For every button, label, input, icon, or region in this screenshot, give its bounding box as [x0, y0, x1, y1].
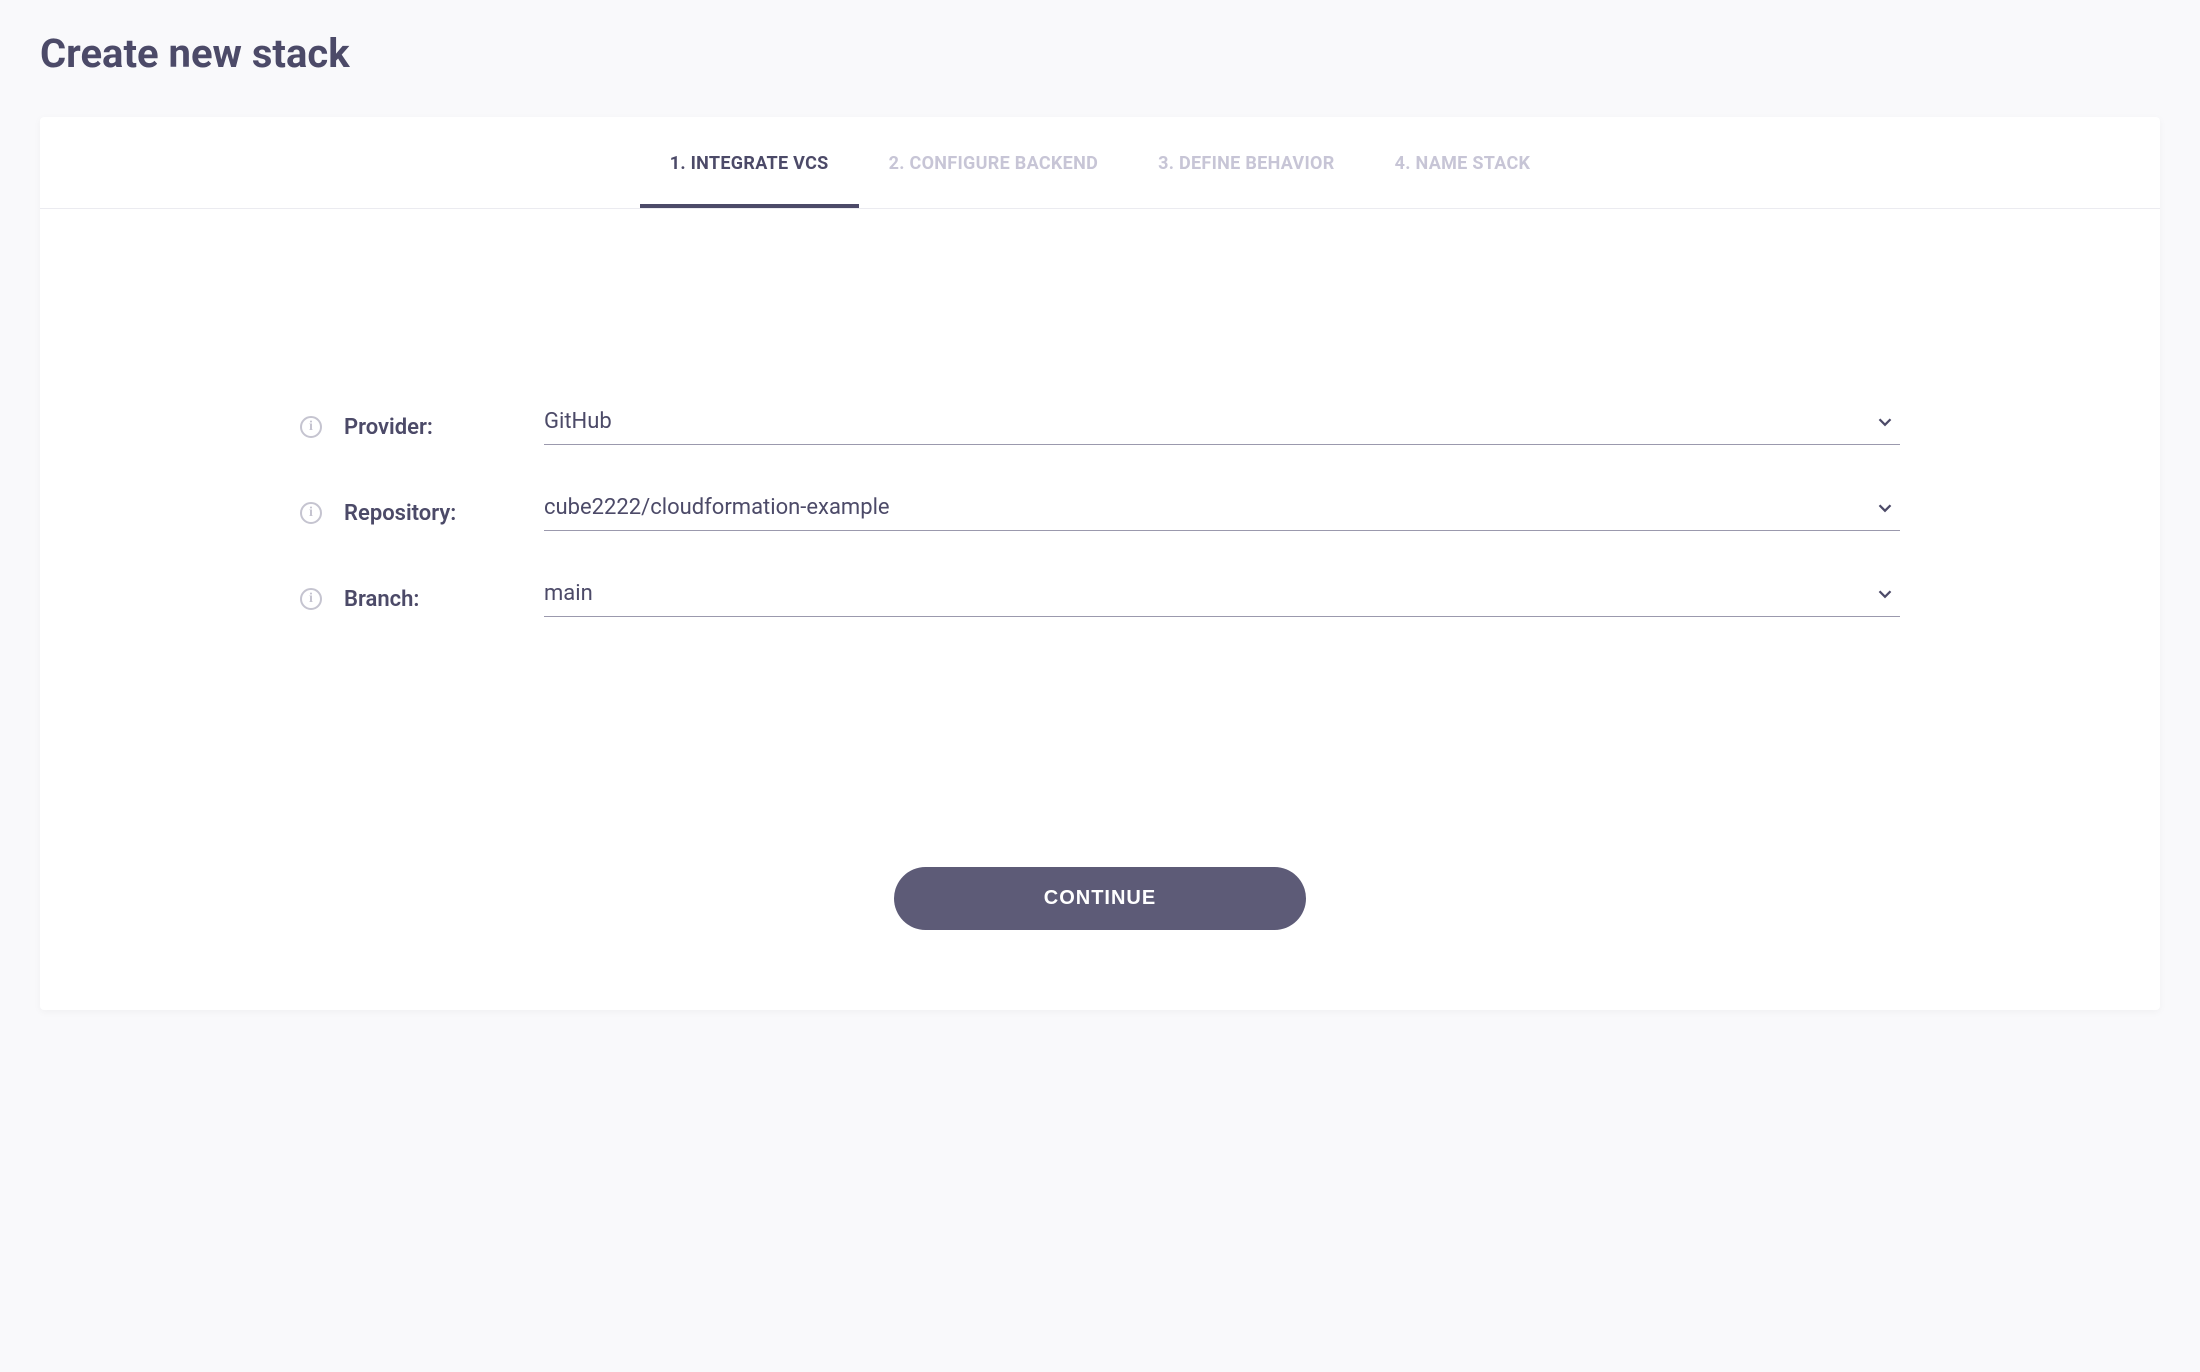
chevron-down-icon — [1874, 497, 1896, 523]
form-card: 1. INTEGRATE VCS 2. CONFIGURE BACKEND 3.… — [40, 117, 2160, 1010]
provider-label: Provider: — [344, 415, 544, 440]
info-icon[interactable] — [300, 588, 322, 610]
repository-label: Repository: — [344, 501, 544, 526]
tab-integrate-vcs[interactable]: 1. INTEGRATE VCS — [640, 117, 859, 208]
branch-select[interactable]: main — [544, 581, 1900, 617]
provider-value: GitHub — [544, 409, 612, 434]
repository-value: cube2222/cloudformation-example — [544, 495, 890, 520]
chevron-down-icon — [1874, 583, 1896, 609]
chevron-down-icon — [1874, 411, 1896, 437]
form-area: Provider: GitHub Repository: cube2222/cl… — [40, 209, 2160, 727]
info-icon[interactable] — [300, 416, 322, 438]
repository-select[interactable]: cube2222/cloudformation-example — [544, 495, 1900, 531]
tab-configure-backend[interactable]: 2. CONFIGURE BACKEND — [859, 117, 1129, 208]
branch-row: Branch: main — [300, 581, 1900, 617]
branch-value: main — [544, 581, 593, 606]
info-icon[interactable] — [300, 502, 322, 524]
provider-select[interactable]: GitHub — [544, 409, 1900, 445]
repository-row: Repository: cube2222/cloudformation-exam… — [300, 495, 1900, 531]
tab-define-behavior[interactable]: 3. DEFINE BEHAVIOR — [1128, 117, 1365, 208]
provider-row: Provider: GitHub — [300, 409, 1900, 445]
branch-label: Branch: — [344, 587, 544, 612]
button-row: CONTINUE — [40, 727, 2160, 1010]
wizard-tabs: 1. INTEGRATE VCS 2. CONFIGURE BACKEND 3.… — [40, 117, 2160, 209]
tab-name-stack[interactable]: 4. NAME STACK — [1365, 117, 1561, 208]
continue-button[interactable]: CONTINUE — [894, 867, 1306, 930]
page-title: Create new stack — [40, 30, 2160, 77]
